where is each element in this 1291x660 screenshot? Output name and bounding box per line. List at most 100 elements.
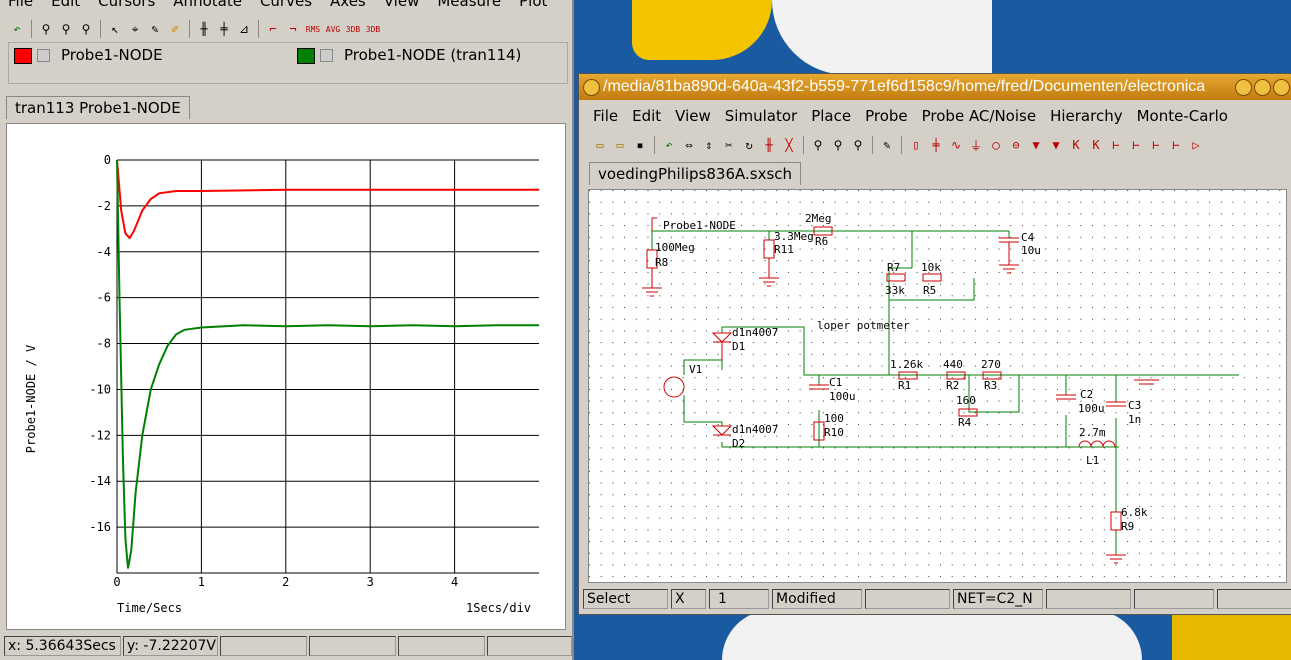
y-tick-label: -12 bbox=[89, 428, 111, 442]
resistor-icon[interactable]: ▯ bbox=[907, 136, 925, 154]
legend-color-swatch[interactable] bbox=[14, 48, 32, 64]
label-d1-value: d1n4007 bbox=[732, 326, 778, 339]
menu-view[interactable]: View bbox=[675, 107, 711, 125]
flip-v-icon[interactable]: ⇕ bbox=[700, 136, 718, 154]
schematic-canvas[interactable]: Probe1-NODE 100Meg R8 3.3Meg R11 2Meg R6… bbox=[588, 189, 1287, 583]
undo-icon[interactable]: ↶ bbox=[8, 20, 26, 38]
rms-icon[interactable]: RMS bbox=[304, 20, 322, 38]
menu-edit[interactable]: Edit bbox=[632, 107, 661, 125]
label-r4-value: 160 bbox=[956, 394, 976, 407]
x-axis-label: Time/Secs bbox=[117, 601, 182, 615]
rotate-icon[interactable]: ↻ bbox=[740, 136, 758, 154]
waveform-viewer-window: File Edit Cursors Annotate Curves Axes V… bbox=[0, 0, 574, 660]
label-v1: V1 bbox=[689, 363, 702, 376]
zoom-out-icon[interactable]: ⚲ bbox=[77, 20, 95, 38]
color-icon[interactable]: ✐ bbox=[166, 20, 184, 38]
menu-measure[interactable]: Measure bbox=[437, 0, 501, 10]
transistor-pnp-icon[interactable]: K bbox=[1087, 136, 1105, 154]
title-bar[interactable]: /media/81ba890d-640a-43f2-b559-771ef6d15… bbox=[579, 74, 1291, 100]
diode-icon[interactable]: ▼ bbox=[1027, 136, 1045, 154]
menu-monte-carlo[interactable]: Monte-Carlo bbox=[1137, 107, 1228, 125]
delete-wire-icon[interactable]: ╳ bbox=[780, 136, 798, 154]
x-tick-label: 3 bbox=[367, 575, 374, 589]
wire-icon[interactable]: ╫ bbox=[760, 136, 778, 154]
zoom-in-icon[interactable]: ⚲ bbox=[57, 20, 75, 38]
cursor-snap-icon[interactable]: ⌖ bbox=[126, 20, 144, 38]
current-source-icon[interactable]: ⊖ bbox=[1007, 136, 1025, 154]
minimize-icon[interactable] bbox=[1235, 79, 1252, 96]
right-menubar: File Edit View Simulator Place Probe Pro… bbox=[585, 106, 1228, 126]
grid-icon[interactable]: ╫ bbox=[195, 20, 213, 38]
pencil-icon[interactable]: ✎ bbox=[878, 136, 896, 154]
menu-edit[interactable]: Edit bbox=[51, 0, 80, 10]
menu-cursors[interactable]: Cursors bbox=[98, 0, 155, 10]
save-icon[interactable]: ▪ bbox=[631, 136, 649, 154]
legend-panel: Probe1-NODE Probe1-NODE (tran114) bbox=[8, 42, 568, 84]
menu-annotate[interactable]: Annotate bbox=[173, 0, 242, 10]
menu-place[interactable]: Place bbox=[811, 107, 851, 125]
rise-icon[interactable]: ⌐ bbox=[264, 20, 282, 38]
source-icon[interactable]: ◯ bbox=[987, 136, 1005, 154]
label-r1: R1 bbox=[898, 379, 911, 392]
tab-plot[interactable]: tran113 Probe1-NODE bbox=[6, 96, 190, 119]
menu-view[interactable]: View bbox=[384, 0, 420, 10]
x-tick-label: 1 bbox=[198, 575, 205, 589]
legend-checkbox[interactable] bbox=[37, 49, 50, 62]
maximize-icon[interactable] bbox=[1254, 79, 1271, 96]
label-r5-value: 10k bbox=[921, 261, 941, 274]
x-tick-label: 4 bbox=[451, 575, 458, 589]
menu-plot[interactable]: Plot bbox=[519, 0, 547, 10]
net-status: NET=C2_N bbox=[953, 589, 1043, 609]
menu-axes[interactable]: Axes bbox=[330, 0, 366, 10]
label-r7: R7 bbox=[887, 261, 900, 274]
plot-area[interactable]: Probe1-NODE / V Time/Secs 1Secs/div 0 1 2 3… bbox=[6, 123, 566, 630]
zoom-in-icon[interactable]: ⚲ bbox=[829, 136, 847, 154]
label-r2-value: 440 bbox=[943, 358, 963, 371]
status-cell-empty bbox=[1217, 589, 1291, 609]
inductor-icon[interactable]: ∿ bbox=[947, 136, 965, 154]
jfet-icon[interactable]: ⊢ bbox=[1107, 136, 1125, 154]
tab-schematic[interactable]: voedingPhilips836A.sxsch bbox=[589, 162, 802, 185]
close-icon[interactable] bbox=[1273, 79, 1290, 96]
open-icon[interactable]: ▭ bbox=[591, 136, 609, 154]
menu-probe[interactable]: Probe bbox=[865, 107, 908, 125]
legend-checkbox[interactable] bbox=[320, 49, 333, 62]
ground-icon[interactable]: ⏚ bbox=[967, 136, 985, 154]
fall-icon[interactable]: ¬ bbox=[284, 20, 302, 38]
annotate-icon[interactable]: ✎ bbox=[146, 20, 164, 38]
menu-probe-ac-noise[interactable]: Probe AC/Noise bbox=[922, 107, 1036, 125]
label-r9: R9 bbox=[1121, 520, 1134, 533]
new-folder-icon[interactable]: ▭ bbox=[611, 136, 629, 154]
label-l1-value: 2.7m bbox=[1079, 426, 1106, 439]
flip-icon[interactable]: ⇔ bbox=[680, 136, 698, 154]
cut-icon[interactable]: ✂ bbox=[720, 136, 738, 154]
transistor-npn-icon[interactable]: K bbox=[1067, 136, 1085, 154]
menu-curves[interactable]: Curves bbox=[260, 0, 312, 10]
capacitor-icon[interactable]: ╪ bbox=[927, 136, 945, 154]
menu-file[interactable]: File bbox=[593, 107, 618, 125]
y-tick-label: -10 bbox=[89, 382, 111, 396]
schematic-drawing: Probe1-NODE 100Meg R8 3.3Meg R11 2Meg R6… bbox=[589, 190, 1286, 582]
mosfet-n-icon[interactable]: ⊢ bbox=[1167, 136, 1185, 154]
zoom-icon[interactable]: ⚲ bbox=[809, 136, 827, 154]
3db-low-icon[interactable]: 3DB bbox=[364, 20, 382, 38]
zener-icon[interactable]: ▼ bbox=[1047, 136, 1065, 154]
zoom-icon[interactable]: ⚲ bbox=[37, 20, 55, 38]
graph-icon[interactable]: ⊿ bbox=[235, 20, 253, 38]
legend-color-swatch[interactable] bbox=[297, 48, 315, 64]
mosfet-p-icon[interactable]: ⊢ bbox=[1147, 136, 1165, 154]
undo-icon[interactable]: ↶ bbox=[660, 136, 678, 154]
axes-icon[interactable]: ╪ bbox=[215, 20, 233, 38]
label-r11: R11 bbox=[774, 243, 794, 256]
cursor-icon[interactable]: ↖ bbox=[106, 20, 124, 38]
menu-simulator[interactable]: Simulator bbox=[725, 107, 797, 125]
zoom-out-icon[interactable]: ⚲ bbox=[849, 136, 867, 154]
mosfet-icon[interactable]: ⊢ bbox=[1127, 136, 1145, 154]
avg-icon[interactable]: AVG bbox=[324, 20, 342, 38]
label-r3-value: 270 bbox=[981, 358, 1001, 371]
3db-icon[interactable]: 3DB bbox=[344, 20, 362, 38]
menu-hierarchy[interactable]: Hierarchy bbox=[1050, 107, 1123, 125]
menu-file[interactable]: File bbox=[8, 0, 33, 10]
window-menu-icon[interactable] bbox=[583, 79, 600, 96]
opamp-icon[interactable]: ▷ bbox=[1187, 136, 1205, 154]
